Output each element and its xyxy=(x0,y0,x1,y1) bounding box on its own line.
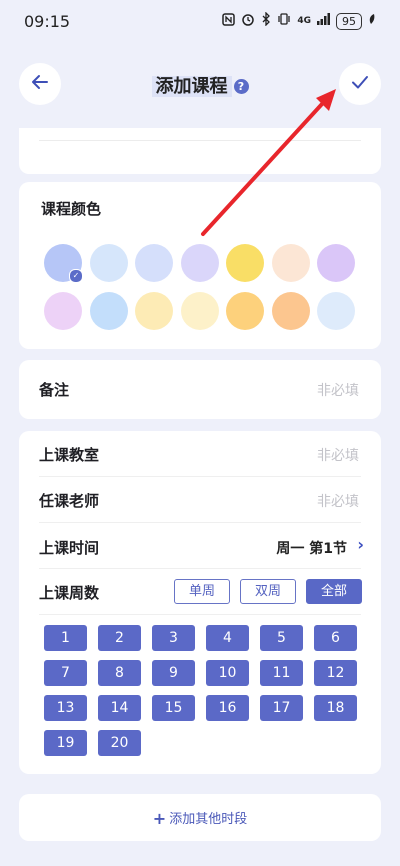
week-number-button[interactable]: 6 xyxy=(314,625,357,651)
weeks-label: 上课周数 xyxy=(39,584,100,602)
status-icons: 4G 95 xyxy=(222,11,376,30)
color-swatch[interactable] xyxy=(89,292,128,330)
divider xyxy=(39,140,361,141)
signal-icon xyxy=(317,13,330,29)
week-number-button[interactable]: 10 xyxy=(206,660,249,686)
classroom-label: 上课教室 xyxy=(39,446,100,464)
divider xyxy=(39,522,361,523)
page-title-text: 添加课程 xyxy=(151,76,232,97)
course-detail-card: 上课教室 非必填 任课老师 非必填 上课时间 周一 第1节 › 上课周数 单周双… xyxy=(19,431,381,774)
teacher-label: 任课老师 xyxy=(39,492,100,510)
color-swatch[interactable]: ✓ xyxy=(44,244,83,283)
week-number-button[interactable]: 8 xyxy=(98,660,141,686)
previous-field-card xyxy=(19,128,381,174)
teacher-input[interactable]: 非必填 xyxy=(317,491,359,511)
confirm-button[interactable] xyxy=(339,63,381,105)
week-number-button[interactable]: 20 xyxy=(98,730,141,756)
note-input[interactable]: 非必填 xyxy=(317,380,359,400)
color-swatch[interactable] xyxy=(135,292,173,330)
week-number-button[interactable]: 18 xyxy=(314,695,357,721)
leaf-icon xyxy=(368,13,376,29)
divider xyxy=(39,614,361,615)
week-number-button[interactable]: 14 xyxy=(98,695,141,721)
network-type: 4G xyxy=(297,16,311,26)
status-time: 09:15 xyxy=(24,12,71,31)
week-number-button[interactable]: 1 xyxy=(44,625,87,651)
week-number-button[interactable]: 19 xyxy=(44,730,87,756)
course-color-card: 课程颜色 ✓ xyxy=(19,182,381,349)
selected-check-icon: ✓ xyxy=(69,269,83,283)
week-filter-1[interactable]: 双周 xyxy=(240,579,296,604)
week-number-button[interactable]: 17 xyxy=(260,695,303,721)
status-bar: 09:15 4G 95 xyxy=(0,0,400,44)
chevron-right-icon[interactable]: › xyxy=(357,535,364,554)
week-number-button[interactable]: 4 xyxy=(206,625,249,651)
color-swatch[interactable] xyxy=(317,292,355,330)
week-number-button[interactable]: 9 xyxy=(152,660,195,686)
nfc-icon xyxy=(222,12,236,30)
alarm-icon xyxy=(241,12,255,30)
color-swatch[interactable] xyxy=(180,292,219,330)
bluetooth-icon xyxy=(261,11,271,30)
week-number-button[interactable]: 13 xyxy=(44,695,87,721)
add-other-period-button[interactable]: + 添加其他时段 xyxy=(19,794,381,841)
note-label: 备注 xyxy=(39,381,70,399)
add-period-text: 添加其他时段 xyxy=(169,812,248,827)
week-number-button[interactable]: 5 xyxy=(260,625,303,651)
week-filter-0[interactable]: 单周 xyxy=(174,579,230,604)
plus-icon: + xyxy=(152,809,167,828)
color-swatch[interactable] xyxy=(135,244,173,282)
week-number-button[interactable]: 3 xyxy=(152,625,195,651)
week-number-button[interactable]: 7 xyxy=(44,660,87,686)
color-swatch[interactable] xyxy=(271,244,310,282)
divider xyxy=(39,476,361,477)
week-number-button[interactable]: 2 xyxy=(98,625,141,651)
add-period-label: + 添加其他时段 xyxy=(19,808,381,828)
week-number-button[interactable]: 11 xyxy=(260,660,303,686)
vibrate-icon xyxy=(277,12,291,30)
color-swatch[interactable] xyxy=(180,244,219,282)
note-card[interactable]: 备注 非必填 xyxy=(19,360,381,419)
color-swatch[interactable] xyxy=(226,244,264,282)
classroom-input[interactable]: 非必填 xyxy=(317,445,359,465)
divider xyxy=(39,568,361,569)
course-color-title: 课程颜色 xyxy=(41,200,102,218)
week-filter-2[interactable]: 全部 xyxy=(306,579,362,604)
battery-indicator: 95 xyxy=(336,12,362,30)
color-swatch[interactable] xyxy=(89,244,128,282)
class-time-value[interactable]: 周一 第1节 xyxy=(276,538,347,558)
help-icon[interactable]: ? xyxy=(233,79,249,94)
class-time-label: 上课时间 xyxy=(39,539,100,557)
week-number-button[interactable]: 15 xyxy=(152,695,195,721)
check-icon xyxy=(350,72,370,96)
color-swatch[interactable] xyxy=(44,292,82,330)
color-swatch[interactable] xyxy=(271,292,310,330)
week-number-button[interactable]: 12 xyxy=(314,660,357,686)
color-swatch[interactable] xyxy=(226,292,264,330)
week-number-button[interactable]: 16 xyxy=(206,695,249,721)
color-swatch[interactable] xyxy=(317,244,355,282)
